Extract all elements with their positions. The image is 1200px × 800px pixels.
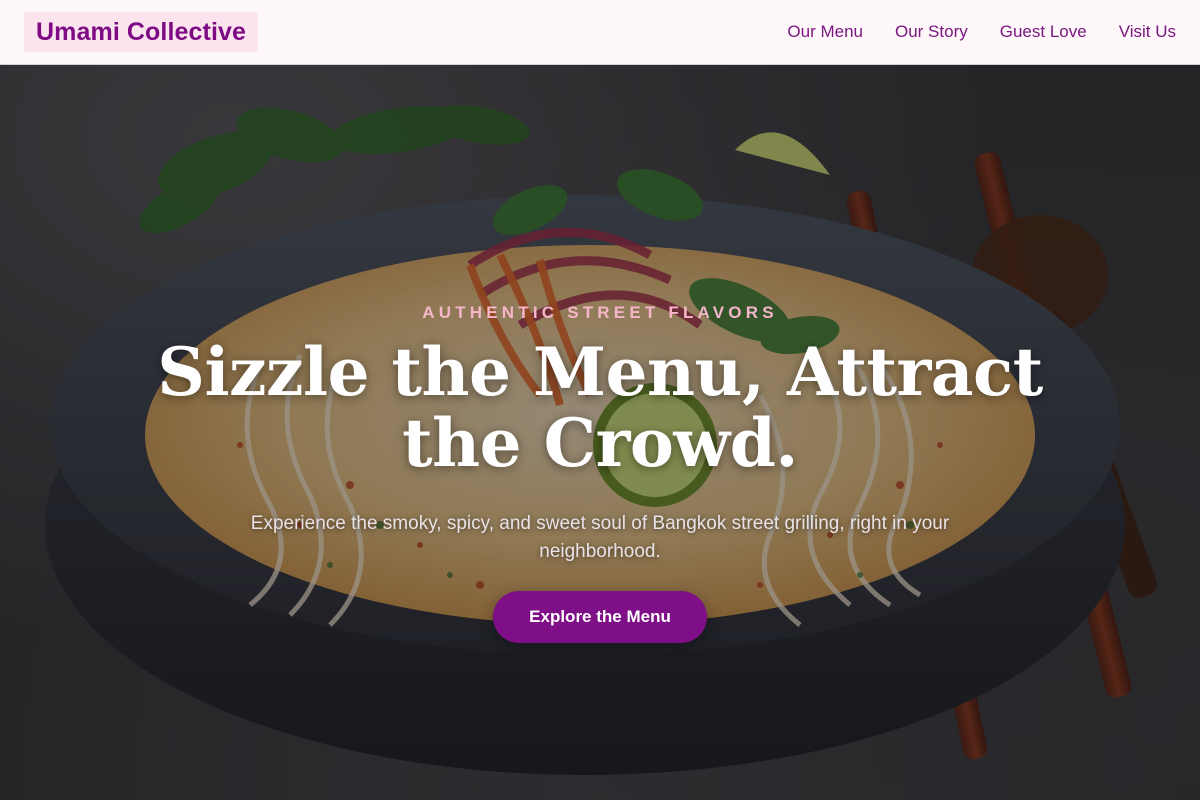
site-header: Umami Collective Our Menu Our Story Gues… — [0, 0, 1200, 65]
hero-title: Sizzle the Menu, Attract the Crowd. — [157, 333, 1043, 482]
nav-link-our-menu[interactable]: Our Menu — [787, 22, 863, 42]
explore-menu-button[interactable]: Explore the Menu — [493, 591, 707, 643]
hero-eyebrow: AUTHENTIC STREET FLAVORS — [422, 303, 778, 322]
hero-section: AUTHENTIC STREET FLAVORS Sizzle the Menu… — [0, 65, 1200, 800]
brand-logo[interactable]: Umami Collective — [24, 12, 259, 52]
nav-link-our-story[interactable]: Our Story — [895, 22, 968, 42]
main-nav: Our Menu Our Story Guest Love Visit Us — [755, 22, 1176, 42]
hero-content: AUTHENTIC STREET FLAVORS Sizzle the Menu… — [0, 65, 1200, 800]
nav-link-visit-us[interactable]: Visit Us — [1119, 22, 1176, 42]
nav-link-guest-love[interactable]: Guest Love — [1000, 22, 1087, 42]
hero-subtitle: Experience the smoky, spicy, and sweet s… — [250, 513, 950, 562]
